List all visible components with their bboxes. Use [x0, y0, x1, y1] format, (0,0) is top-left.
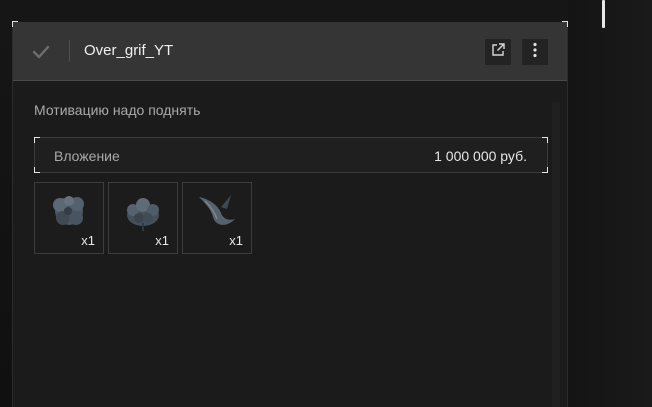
check-icon[interactable]: [31, 42, 51, 62]
item-quantity: x1: [155, 233, 169, 248]
more-vertical-icon: [532, 42, 538, 63]
sender-name: Over_grif_YT: [84, 42, 174, 59]
investment-value: 1 000 000 руб.: [434, 148, 527, 164]
more-options-button[interactable]: [522, 39, 548, 65]
page-scrollbar-thumb[interactable]: [602, 0, 605, 28]
side-area: [568, 0, 652, 407]
item-slot-2[interactable]: x1: [108, 182, 178, 254]
bracket-top-right: [542, 137, 548, 143]
open-external-button[interactable]: [485, 39, 511, 65]
bracket-bottom-left: [34, 167, 40, 173]
bracket-top-left: [34, 137, 40, 143]
message-card: Over_grif_YT Мотивацию надо поднять Влож…: [12, 21, 568, 407]
investment-row: Вложение 1 000 000 руб.: [34, 137, 548, 173]
external-link-icon: [490, 42, 506, 63]
card-scrollbar-track[interactable]: [552, 102, 560, 407]
card-header: Over_grif_YT: [13, 22, 567, 81]
header-divider: [69, 40, 70, 62]
item-slot-3[interactable]: x1: [182, 182, 252, 254]
investment-label: Вложение: [54, 148, 120, 164]
message-text: Мотивацию надо поднять: [34, 102, 201, 118]
item-slot-1[interactable]: x1: [34, 182, 104, 254]
bracket-bottom-right: [542, 167, 548, 173]
item-quantity: x1: [81, 233, 95, 248]
item-quantity: x1: [229, 233, 243, 248]
